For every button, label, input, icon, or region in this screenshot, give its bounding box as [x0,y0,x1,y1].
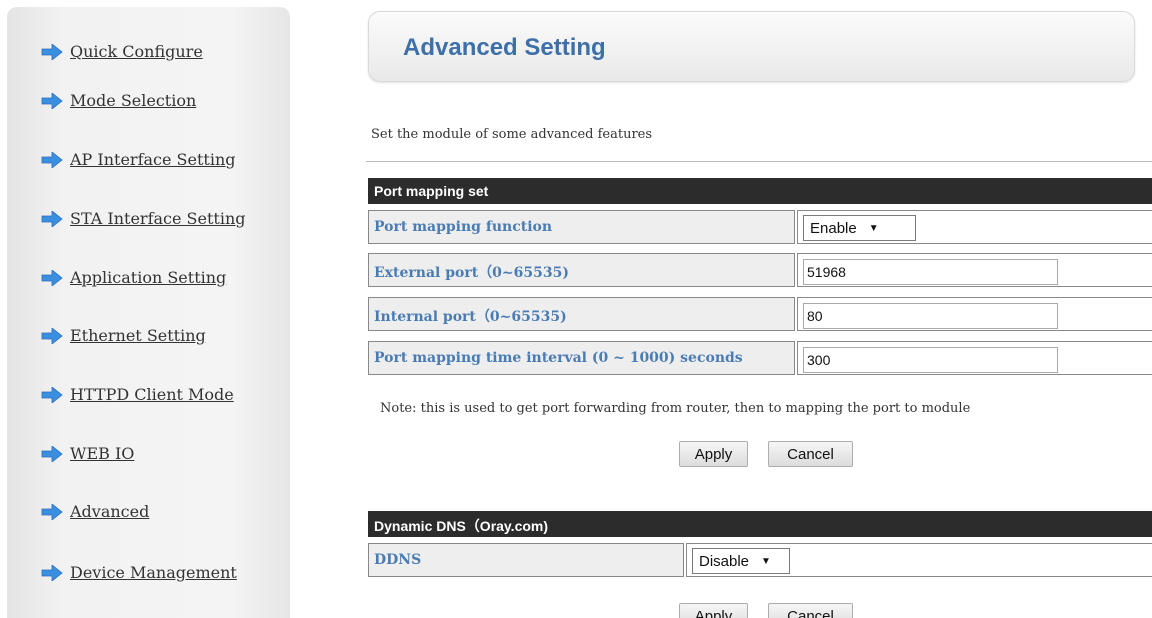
internal-port-cell: 80 [797,297,1152,331]
arrow-right-icon [41,92,63,109]
sidebar-item-sta-interface-setting[interactable]: STA Interface Setting [41,209,246,228]
intro-text: Set the module of some advanced features [371,127,653,142]
sidebar-item-label: Mode Selection [70,91,197,110]
ddns-label: DDNS [368,543,684,577]
caret-down-icon: ▼ [868,223,879,234]
select-value: Enable [810,220,857,237]
sidebar-item-label: AP Interface Setting [70,150,236,169]
arrow-right-icon [41,386,63,403]
page-title: Advanced Setting [403,34,606,61]
sidebar-item-web-io[interactable]: WEB IO [41,444,134,463]
sidebar-item-ethernet-setting[interactable]: Ethernet Setting [41,326,206,345]
external-port-input[interactable]: 51968 [803,259,1058,285]
page-header: Advanced Setting [368,11,1135,82]
sidebar-item-label: Application Setting [70,268,227,287]
cancel-button[interactable]: Cancel [768,441,853,467]
sidebar-item-label: WEB IO [70,444,135,463]
ddns-select[interactable]: Disable ▼ [692,548,790,574]
mapping-interval-input[interactable]: 300 [803,347,1058,373]
sidebar: Quick Configure Mode Selection AP Interf… [7,7,290,618]
arrow-right-icon [41,327,63,344]
arrow-right-icon [41,43,63,60]
select-value: Disable [699,553,750,570]
ddns-heading: Dynamic DNS（Oray.com) [368,511,1152,537]
external-port-cell: 51968 [797,253,1152,287]
mapping-interval-cell: 300 [797,341,1152,375]
internal-port-input[interactable]: 80 [803,303,1058,329]
mapping-interval-label: Port mapping time interval (0 ~ 1000) se… [368,341,795,375]
external-port-label: External port（0~65535) [368,253,795,287]
sidebar-item-label: Quick Configure [70,42,203,61]
arrow-right-icon [41,564,63,581]
ddns-cancel-button[interactable]: Cancel [768,603,853,618]
port-mapping-function-cell: Enable ▼ [797,210,1152,244]
arrow-right-icon [41,151,63,168]
divider [366,161,1152,162]
ddns-cell: Disable ▼ [686,543,1152,577]
sidebar-item-label: HTTPD Client Mode [70,385,234,404]
sidebar-item-mode-selection[interactable]: Mode Selection [41,91,196,110]
arrow-right-icon [41,445,63,462]
sidebar-item-device-management[interactable]: Device Management [41,563,237,582]
ddns-apply-button[interactable]: Apply [679,603,748,618]
internal-port-label: Internal port（0~65535) [368,297,795,331]
arrow-right-icon [41,269,63,286]
sidebar-item-advanced[interactable]: Advanced [41,502,149,521]
sidebar-item-label: Device Management [70,563,237,582]
port-mapping-function-select[interactable]: Enable ▼ [803,215,916,241]
port-mapping-heading: Port mapping set [368,178,1152,204]
sidebar-item-label: Advanced [70,502,150,521]
sidebar-item-httpd-client-mode[interactable]: HTTPD Client Mode [41,385,234,404]
arrow-right-icon [41,210,63,227]
caret-down-icon: ▼ [761,556,771,567]
arrow-right-icon [41,503,63,520]
port-mapping-function-label: Port mapping function [368,210,795,244]
sidebar-item-quick-configure[interactable]: Quick Configure [41,42,203,61]
sidebar-item-label: Ethernet Setting [70,326,206,345]
port-mapping-note: Note: this is used to get port forwardin… [380,401,971,416]
sidebar-item-label: STA Interface Setting [70,209,246,228]
apply-button[interactable]: Apply [679,441,748,467]
sidebar-item-ap-interface-setting[interactable]: AP Interface Setting [41,150,236,169]
sidebar-item-application-setting[interactable]: Application Setting [41,268,226,287]
